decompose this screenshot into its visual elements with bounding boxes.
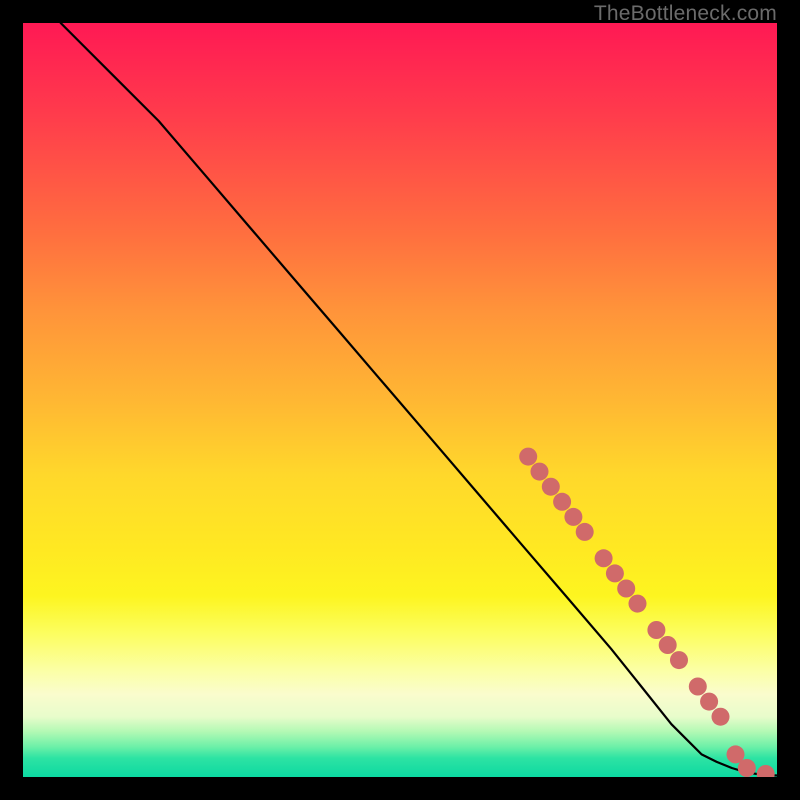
- marker-group: [519, 448, 777, 777]
- marker-dot: [670, 651, 688, 669]
- marker-dot: [617, 580, 635, 598]
- marker-dot: [700, 693, 718, 711]
- marker-dot: [576, 523, 594, 541]
- marker-dot: [564, 508, 582, 526]
- chart-frame: TheBottleneck.com: [0, 0, 800, 800]
- marker-dot: [542, 478, 560, 496]
- chart-overlay: [23, 23, 777, 777]
- marker-dot: [689, 678, 707, 696]
- marker-dot: [553, 493, 571, 511]
- marker-dot: [629, 595, 647, 613]
- marker-dot: [519, 448, 537, 466]
- bottleneck-curve: [61, 23, 777, 776]
- marker-dot: [606, 564, 624, 582]
- marker-dot: [659, 636, 677, 654]
- marker-dot: [738, 759, 756, 777]
- marker-dot: [757, 765, 775, 777]
- marker-dot: [712, 708, 730, 726]
- marker-dot: [531, 463, 549, 481]
- marker-dot: [595, 549, 613, 567]
- marker-dot: [647, 621, 665, 639]
